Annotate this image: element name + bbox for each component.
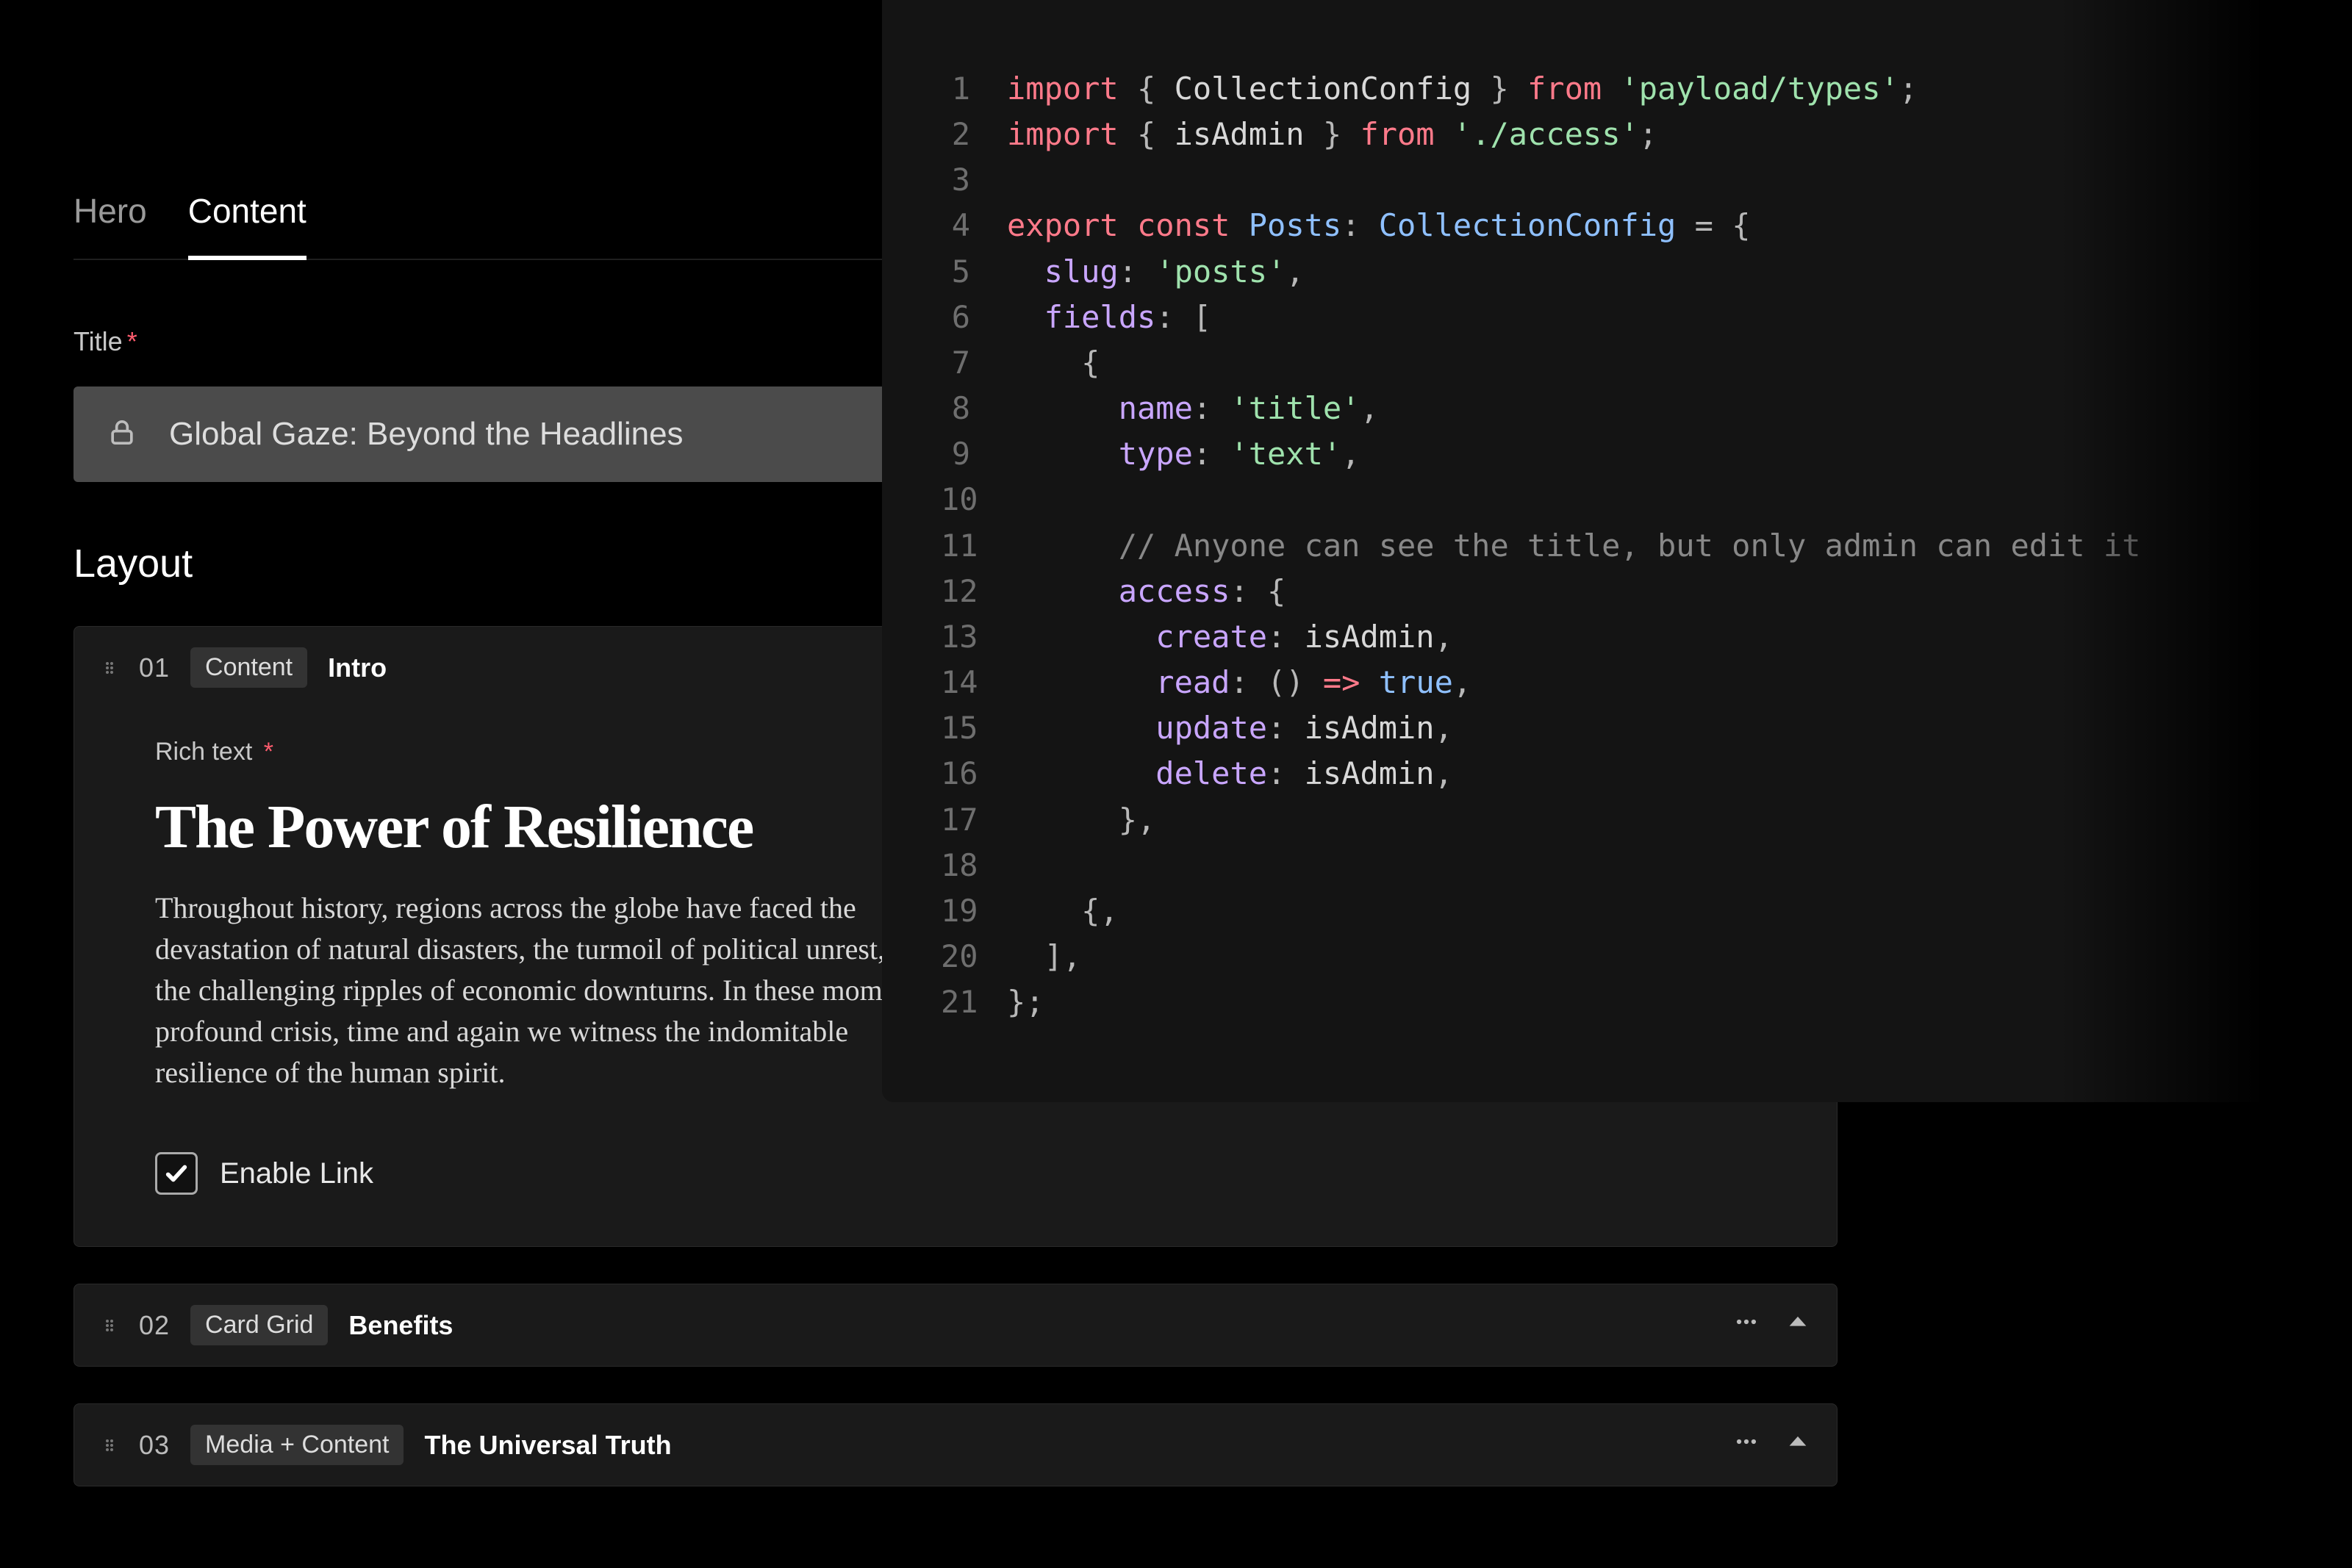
block-header[interactable]: 02 Card Grid Benefits bbox=[74, 1284, 1837, 1366]
code-content: slug: 'posts', bbox=[1007, 249, 1305, 295]
line-number: 13 bbox=[941, 614, 1007, 660]
lock-icon bbox=[106, 417, 138, 453]
line-number: 8 bbox=[941, 386, 1007, 431]
block-title: The Universal Truth bbox=[424, 1430, 671, 1461]
code-content: export const Posts: CollectionConfig = { bbox=[1007, 203, 1751, 248]
block-header[interactable]: 03 Media + Content The Universal Truth bbox=[74, 1404, 1837, 1486]
line-number: 19 bbox=[941, 888, 1007, 934]
code-content: import { isAdmin } from './access'; bbox=[1007, 112, 1657, 157]
code-line: 11 // Anyone can see the title, but only… bbox=[941, 523, 2293, 569]
code-line: 7 { bbox=[941, 340, 2293, 386]
line-number: 11 bbox=[941, 523, 1007, 569]
code-line: 6 fields: [ bbox=[941, 295, 2293, 340]
code-content: access: { bbox=[1007, 569, 1286, 614]
line-number: 17 bbox=[941, 797, 1007, 843]
code-content bbox=[1007, 843, 1025, 888]
code-content: type: 'text', bbox=[1007, 431, 1360, 477]
code-line: 13 create: isAdmin, bbox=[941, 614, 2293, 660]
code-line: 4export const Posts: CollectionConfig = … bbox=[941, 203, 2293, 248]
line-number: 9 bbox=[941, 431, 1007, 477]
block-actions bbox=[1734, 1429, 1810, 1461]
code-line: 5 slug: 'posts', bbox=[941, 249, 2293, 295]
code-line: 21}; bbox=[941, 979, 2293, 1025]
code-listing: 1import { CollectionConfig } from 'paylo… bbox=[941, 66, 2293, 1025]
code-line: 3 bbox=[941, 157, 2293, 203]
block-type-badge: Media + Content bbox=[190, 1425, 404, 1465]
line-number: 21 bbox=[941, 979, 1007, 1025]
required-marker: * bbox=[127, 326, 137, 356]
line-number: 10 bbox=[941, 477, 1007, 522]
block-number: 01 bbox=[139, 652, 170, 683]
code-line: 16 delete: isAdmin, bbox=[941, 751, 2293, 796]
drag-handle-icon[interactable] bbox=[101, 1310, 118, 1341]
required-marker: * bbox=[264, 738, 273, 766]
block-number: 02 bbox=[139, 1310, 170, 1341]
line-number: 7 bbox=[941, 340, 1007, 386]
line-number: 20 bbox=[941, 934, 1007, 979]
title-label-text: Title bbox=[74, 326, 123, 356]
block-actions bbox=[1734, 1309, 1810, 1341]
block-type-badge: Content bbox=[190, 647, 307, 688]
code-line: 19 {, bbox=[941, 888, 2293, 934]
line-number: 2 bbox=[941, 112, 1007, 157]
code-content: delete: isAdmin, bbox=[1007, 751, 1453, 796]
line-number: 5 bbox=[941, 249, 1007, 295]
line-number: 14 bbox=[941, 660, 1007, 705]
block-title: Benefits bbox=[348, 1310, 453, 1341]
line-number: 18 bbox=[941, 843, 1007, 888]
collapse-icon[interactable] bbox=[1785, 1309, 1810, 1341]
code-content: update: isAdmin, bbox=[1007, 705, 1453, 751]
code-content: { bbox=[1007, 340, 1100, 386]
line-number: 16 bbox=[941, 751, 1007, 796]
code-content: // Anyone can see the title, but only ad… bbox=[1007, 523, 2140, 569]
code-content: ], bbox=[1007, 934, 1081, 979]
line-number: 12 bbox=[941, 569, 1007, 614]
code-content: fields: [ bbox=[1007, 295, 1211, 340]
more-icon[interactable] bbox=[1734, 1309, 1759, 1341]
code-line: 14 read: () => true, bbox=[941, 660, 2293, 705]
tab-content[interactable]: Content bbox=[188, 191, 306, 260]
block-title: Intro bbox=[328, 652, 387, 683]
code-content bbox=[1007, 477, 1025, 522]
code-line: 18 bbox=[941, 843, 2293, 888]
code-line: 1import { CollectionConfig } from 'paylo… bbox=[941, 66, 2293, 112]
line-number: 1 bbox=[941, 66, 1007, 112]
tab-hero[interactable]: Hero bbox=[74, 191, 147, 259]
code-panel: 1import { CollectionConfig } from 'paylo… bbox=[882, 0, 2352, 1102]
enable-link-label: Enable Link bbox=[220, 1157, 373, 1190]
code-line: 17 }, bbox=[941, 797, 2293, 843]
code-line: 8 name: 'title', bbox=[941, 386, 2293, 431]
layout-block: 03 Media + Content The Universal Truth bbox=[74, 1403, 1838, 1486]
enable-link-checkbox[interactable] bbox=[155, 1152, 198, 1195]
block-number: 03 bbox=[139, 1430, 170, 1461]
code-line: 10 bbox=[941, 477, 2293, 522]
code-content: create: isAdmin, bbox=[1007, 614, 1453, 660]
code-line: 2import { isAdmin } from './access'; bbox=[941, 112, 2293, 157]
code-content bbox=[1007, 157, 1025, 203]
line-number: 6 bbox=[941, 295, 1007, 340]
line-number: 4 bbox=[941, 203, 1007, 248]
code-line: 12 access: { bbox=[941, 569, 2293, 614]
block-type-badge: Card Grid bbox=[190, 1305, 328, 1345]
drag-handle-icon[interactable] bbox=[101, 652, 118, 683]
code-content: import { CollectionConfig } from 'payloa… bbox=[1007, 66, 1918, 112]
layout-block: 02 Card Grid Benefits bbox=[74, 1284, 1838, 1367]
more-icon[interactable] bbox=[1734, 1429, 1759, 1461]
collapse-icon[interactable] bbox=[1785, 1429, 1810, 1461]
code-content: read: () => true, bbox=[1007, 660, 1471, 705]
line-number: 3 bbox=[941, 157, 1007, 203]
code-line: 20 ], bbox=[941, 934, 2293, 979]
code-content: }, bbox=[1007, 797, 1155, 843]
code-content: {, bbox=[1007, 888, 1119, 934]
code-content: }; bbox=[1007, 979, 1044, 1025]
code-line: 15 update: isAdmin, bbox=[941, 705, 2293, 751]
line-number: 15 bbox=[941, 705, 1007, 751]
code-line: 9 type: 'text', bbox=[941, 431, 2293, 477]
rich-text-paragraph[interactable]: Throughout history, regions across the g… bbox=[155, 888, 964, 1093]
drag-handle-icon[interactable] bbox=[101, 1430, 118, 1461]
code-content: name: 'title', bbox=[1007, 386, 1379, 431]
enable-link-row: Enable Link bbox=[155, 1152, 1785, 1195]
